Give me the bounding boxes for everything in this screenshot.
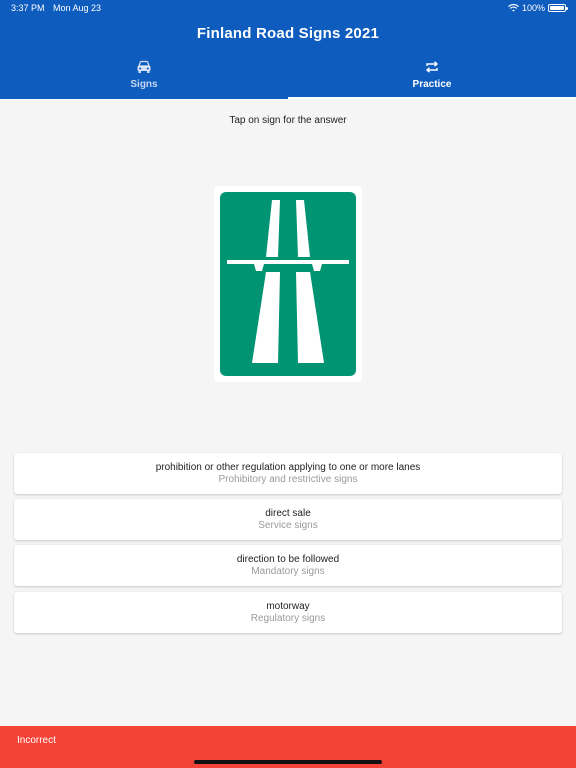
battery-icon xyxy=(548,4,568,12)
wifi-icon xyxy=(508,4,519,12)
status-date: Mon Aug 23 xyxy=(53,3,102,13)
answer-option-3[interactable]: direction to be followed Mandatory signs xyxy=(14,545,562,586)
feedback-message: Incorrect xyxy=(17,735,56,746)
repeat-icon xyxy=(425,61,439,73)
answer-title: direct sale xyxy=(265,508,311,519)
app-header: 3:37 PM Mon Aug 23 100% Finland Road Sig… xyxy=(0,0,576,99)
tab-practice-label: Practice xyxy=(412,79,452,90)
answer-option-2[interactable]: direct sale Service signs xyxy=(14,499,562,540)
motorway-sign-image[interactable] xyxy=(214,186,362,382)
tab-indicator xyxy=(288,97,576,99)
answer-option-1[interactable]: prohibition or other regulation applying… xyxy=(14,453,562,494)
answer-title: prohibition or other regulation applying… xyxy=(155,462,421,473)
status-time: 3:37 PM xyxy=(11,3,45,13)
answer-category: Service signs xyxy=(258,520,318,531)
answer-title: motorway xyxy=(266,601,310,612)
home-indicator[interactable] xyxy=(194,760,382,764)
answer-category: Prohibitory and restrictive signs xyxy=(218,474,358,485)
battery-percent: 100% xyxy=(521,3,545,13)
status-indicators: 100% xyxy=(508,3,568,13)
tab-signs[interactable]: Signs xyxy=(0,56,288,99)
tab-signs-label: Signs xyxy=(130,79,158,90)
answer-title: direction to be followed xyxy=(236,554,340,565)
instruction-text: Tap on sign for the answer xyxy=(229,115,347,126)
answer-category: Regulatory signs xyxy=(250,613,326,624)
status-bar: 3:37 PM Mon Aug 23 100% xyxy=(0,0,576,16)
app-title: Finland Road Signs 2021 xyxy=(196,25,380,42)
tab-practice[interactable]: Practice xyxy=(288,56,576,99)
answer-category: Mandatory signs xyxy=(251,566,325,577)
car-icon xyxy=(137,60,151,73)
answer-option-4[interactable]: motorway Regulatory signs xyxy=(14,592,562,633)
